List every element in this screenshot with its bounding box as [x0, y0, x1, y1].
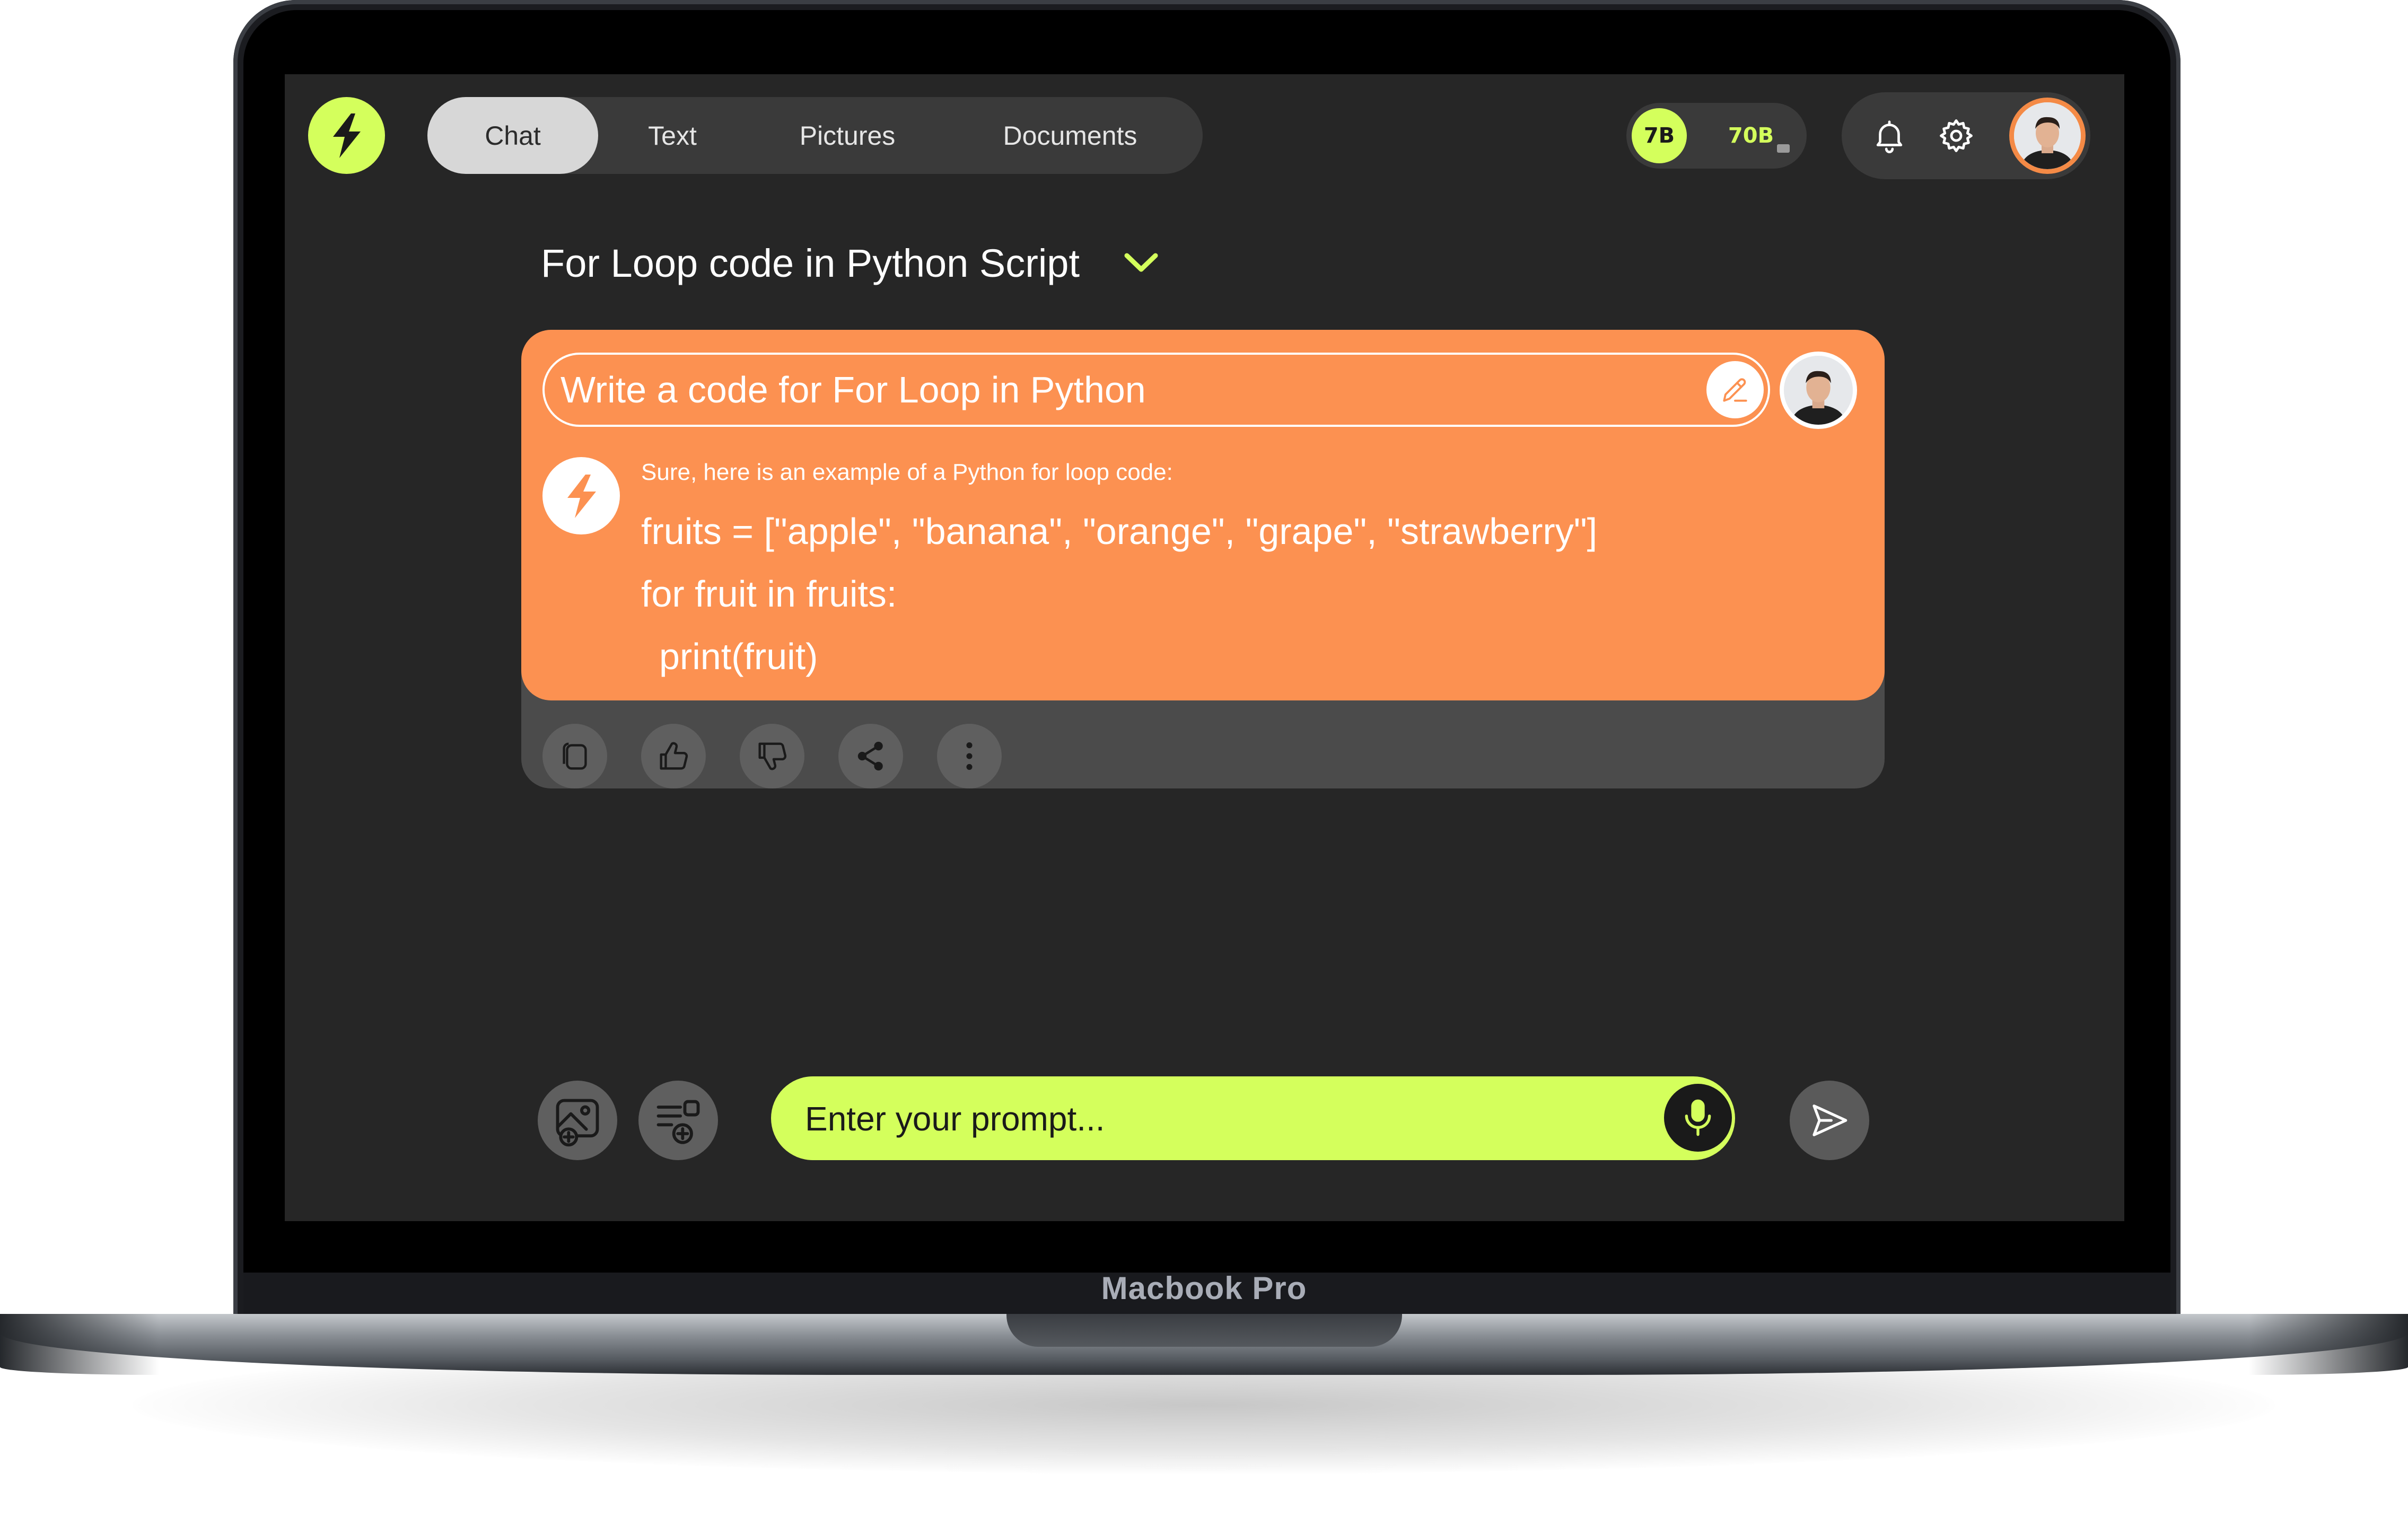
device-label: Macbook Pro — [1101, 1270, 1307, 1306]
laptop-open-notch — [1006, 1314, 1402, 1347]
lightning-bolt-icon — [332, 113, 361, 158]
model-size-toggle: 7B 70B — [1626, 103, 1807, 169]
user-controls — [1842, 92, 2090, 179]
thumbs-down-icon — [758, 742, 787, 770]
assistant-avatar — [542, 457, 620, 534]
mode-tabs: Chat Text Pictures Documents — [427, 97, 1203, 174]
code-line-2: for fruit in fruits: — [641, 573, 897, 615]
pencil-icon — [1723, 378, 1747, 402]
add-document-icon — [656, 1100, 700, 1144]
tab-documents[interactable]: Documents — [948, 97, 1192, 174]
send-icon — [1812, 1104, 1847, 1136]
copy-button[interactable] — [542, 724, 607, 788]
lightning-bolt-icon — [567, 475, 596, 518]
tab-pictures[interactable]: Pictures — [747, 97, 948, 174]
voice-input-button[interactable] — [1664, 1084, 1732, 1152]
avatar — [1784, 356, 1853, 425]
share-icon — [857, 741, 883, 771]
code-line-3: print(fruit) — [659, 636, 818, 677]
edit-prompt-button[interactable] — [1706, 361, 1764, 418]
copy-icon — [563, 742, 587, 770]
app-logo[interactable] — [308, 97, 385, 174]
model-70b-option[interactable]: 70B — [1711, 108, 1791, 163]
model-7b-option[interactable]: 7B — [1632, 108, 1687, 163]
bell-icon — [1876, 120, 1903, 153]
like-button[interactable] — [641, 724, 706, 788]
code-line-1: fruits = ["apple", "banana", "orange", "… — [641, 511, 1598, 552]
gear-icon — [1940, 119, 1973, 152]
user-prompt: Write a code for For Loop in Python — [542, 353, 1770, 427]
laptop-base-left-edge — [0, 1314, 159, 1375]
settings-button[interactable] — [1935, 115, 1977, 157]
chevron-down-icon — [1124, 253, 1158, 272]
laptop-base-right-edge — [2249, 1314, 2408, 1375]
user-prompt-text: Write a code for For Loop in Python — [561, 369, 1146, 410]
tab-chat[interactable]: Chat — [427, 97, 598, 174]
thumbs-up-icon — [660, 742, 688, 770]
assistant-intro-text: Sure, here is an example of a Python for… — [641, 459, 1173, 485]
conversation-title[interactable]: For Loop code in Python Script — [541, 241, 1080, 286]
title-dropdown-button[interactable] — [1123, 249, 1160, 278]
user-avatar — [1780, 352, 1857, 429]
more-options-button[interactable] — [937, 724, 1002, 788]
lock-icon — [1777, 144, 1790, 153]
share-button[interactable] — [838, 724, 903, 788]
add-document-button[interactable] — [638, 1081, 718, 1160]
add-image-button[interactable] — [538, 1081, 617, 1160]
more-options-icon — [966, 742, 973, 770]
prompt-input-bar — [771, 1076, 1735, 1161]
message-card: Write a code for For Loop in Python Sure… — [521, 330, 1885, 700]
tab-text[interactable]: Text — [598, 97, 747, 174]
notifications-button[interactable] — [1868, 115, 1911, 157]
send-button[interactable] — [1790, 1081, 1869, 1160]
profile-avatar[interactable] — [2009, 98, 2086, 174]
dislike-button[interactable] — [740, 724, 804, 788]
app-screen: Chat Text Pictures Documents 7B 70B For … — [285, 74, 2124, 1221]
add-image-icon — [556, 1099, 599, 1147]
prompt-input[interactable] — [804, 1076, 1644, 1161]
microphone-icon — [1685, 1099, 1711, 1136]
avatar — [2014, 102, 2081, 169]
